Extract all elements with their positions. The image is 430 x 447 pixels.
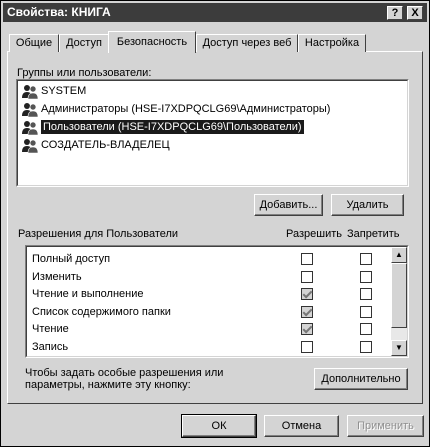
allow-checkbox[interactable] — [301, 253, 313, 265]
ok-button[interactable]: ОК — [181, 414, 257, 438]
permission-name: Чтение — [32, 323, 69, 335]
permission-name: Список содержимого папки — [32, 305, 171, 318]
permission-name: Чтение и выполнение — [32, 288, 144, 300]
permission-row: Чтение — [32, 320, 69, 338]
permission-name: Изменить — [32, 270, 82, 283]
permissions-label: Разрешения для Пользователи — [18, 228, 179, 240]
tab-customize[interactable]: Настройка — [298, 34, 366, 52]
properties-dialog: Свойства: КНИГА ? X Общие Доступ Безопас… — [0, 0, 430, 447]
group-name: SYSTEM — [41, 85, 87, 97]
allow-checkbox[interactable] — [301, 340, 313, 353]
groups-listbox[interactable]: SYSTEM Администраторы (HSE-I7XDPQCLG69\Ад… — [16, 79, 409, 187]
deny-checkbox[interactable] — [360, 270, 372, 283]
permission-row: Чтение и выполнение — [32, 285, 144, 303]
title-bar[interactable]: Свойства: КНИГА ? X — [3, 3, 427, 22]
permissions-list[interactable]: Полный доступ Изменить Чтение и выполнение… — [25, 245, 409, 358]
allow-checkbox[interactable] — [301, 288, 313, 300]
deny-column-header: Запретить — [347, 228, 400, 240]
group-list-item[interactable]: Администраторы (HSE-I7XDPQCLG69\Админист… — [19, 101, 330, 118]
help-button[interactable]: ? — [387, 6, 403, 20]
advanced-hint-line2: параметры, нажмите эту кнопку: — [25, 379, 191, 391]
allow-column-header: Разрешить — [286, 228, 342, 240]
users-group-icon — [22, 85, 38, 99]
group-list-item[interactable]: Пользователи (HSE-I7XDPQCLG69\Пользовате… — [19, 119, 304, 136]
permission-row: Изменить — [32, 268, 82, 286]
deny-checkbox[interactable] — [360, 340, 372, 353]
group-list-item[interactable]: SYSTEM — [19, 83, 86, 100]
add-button[interactable]: Добавить... — [254, 194, 323, 216]
tab-general[interactable]: Общие — [9, 34, 59, 52]
users-group-icon — [22, 139, 38, 153]
group-name: Администраторы (HSE-I7XDPQCLG69\Админист… — [41, 103, 331, 115]
deny-checkbox[interactable] — [360, 288, 372, 300]
groups-label: Группы или пользователи: — [17, 67, 152, 79]
advanced-button[interactable]: Дополнительно — [314, 368, 408, 390]
deny-checkbox[interactable] — [360, 323, 372, 335]
tab-sharing[interactable]: Доступ — [59, 34, 109, 52]
tab-security[interactable]: Безопасность — [108, 31, 196, 53]
window-title: Свойства: КНИГА — [7, 5, 111, 19]
advanced-hint-line1: Чтобы задать особые разрешения или — [25, 367, 224, 379]
users-group-icon — [22, 103, 38, 117]
deny-checkbox[interactable] — [360, 305, 372, 318]
apply-button[interactable]: Применить — [347, 415, 424, 437]
group-list-item[interactable]: СОЗДАТЕЛЬ-ВЛАДЕЛЕЦ — [19, 137, 170, 154]
permission-row: Полный доступ — [32, 250, 110, 268]
allow-checkbox[interactable] — [301, 270, 313, 283]
close-button[interactable]: X — [407, 6, 423, 20]
cancel-button[interactable]: Отмена — [264, 415, 339, 437]
group-name: Пользователи (HSE-I7XDPQCLG69\Пользовате… — [41, 120, 304, 134]
allow-checkbox[interactable] — [301, 305, 313, 318]
scrollbar-thumb[interactable] — [391, 263, 407, 328]
permission-name: Запись — [32, 340, 69, 353]
permissions-scrollbar[interactable]: ▲ ▼ — [391, 247, 407, 356]
scroll-down-arrow-icon[interactable]: ▼ — [391, 340, 407, 356]
users-group-icon — [22, 121, 38, 135]
permission-row: Запись — [32, 338, 68, 356]
permission-name: Полный доступ — [32, 253, 111, 265]
tab-web-sharing[interactable]: Доступ через веб — [196, 34, 298, 52]
remove-button[interactable]: Удалить — [331, 194, 404, 216]
group-name: СОЗДАТЕЛЬ-ВЛАДЕЛЕЦ — [41, 139, 170, 151]
scroll-up-arrow-icon[interactable]: ▲ — [391, 247, 407, 263]
permission-row: Список содержимого папки — [32, 303, 171, 321]
allow-checkbox[interactable] — [301, 323, 313, 335]
deny-checkbox[interactable] — [360, 253, 372, 265]
